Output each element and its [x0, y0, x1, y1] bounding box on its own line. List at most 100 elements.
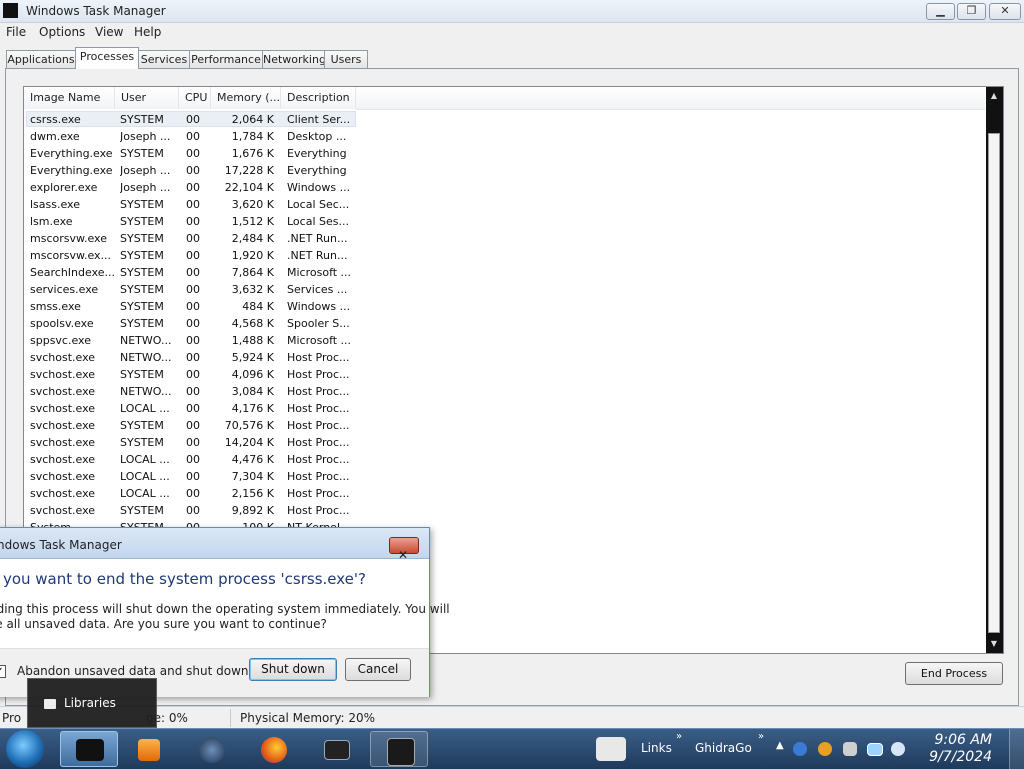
- process-description: Local Sec...: [287, 198, 350, 211]
- process-memory: 1,920 K: [231, 249, 274, 262]
- taskbar-task-manager-button[interactable]: [370, 731, 428, 767]
- tab-applications[interactable]: Applications: [6, 50, 76, 69]
- window-app-icon: [324, 740, 350, 760]
- column-image-name[interactable]: Image Name: [24, 87, 115, 109]
- process-cpu: 00: [186, 436, 200, 449]
- thunderbird-icon: [199, 737, 225, 763]
- process-cpu: 00: [186, 317, 200, 330]
- table-row[interactable]: svchost.exe LOCAL ... 00 4,476 K Host Proc..…: [24, 451, 984, 468]
- tab-processes[interactable]: Processes: [75, 47, 139, 69]
- process-cpu: 00: [186, 113, 200, 126]
- table-row[interactable]: SearchIndexe... SYSTEM 00 7,864 K Microsoft …: [24, 264, 984, 281]
- column-description[interactable]: Description: [281, 87, 356, 109]
- process-user-name: SYSTEM: [120, 147, 164, 160]
- volume-icon[interactable]: [891, 742, 905, 756]
- table-row[interactable]: svchost.exe SYSTEM 00 4,096 K Host Proc...: [24, 366, 984, 383]
- process-cpu: 00: [186, 198, 200, 211]
- tab-services[interactable]: Services: [138, 50, 190, 69]
- table-row[interactable]: svchost.exe NETWO... 00 5,924 K Host Proc...: [24, 349, 984, 366]
- process-user-name: Joseph ...: [120, 130, 171, 143]
- menu-view[interactable]: View: [95, 25, 123, 39]
- process-memory: 1,488 K: [231, 334, 274, 347]
- minimize-button[interactable]: ▁: [926, 3, 955, 20]
- process-cpu: 00: [186, 147, 200, 160]
- table-row[interactable]: svchost.exe SYSTEM 00 70,576 K Host Proc...: [24, 417, 984, 434]
- column-cpu[interactable]: CPU: [179, 87, 211, 109]
- scroll-up-icon[interactable]: ▲: [989, 91, 999, 100]
- chevron-right-icon[interactable]: »: [758, 731, 764, 742]
- table-row[interactable]: csrss.exe SYSTEM 00 2,064 K Client Ser...: [24, 111, 984, 128]
- sketch-app-icon[interactable]: [596, 737, 626, 761]
- process-description: Windows ...: [287, 181, 351, 194]
- table-row[interactable]: dwm.exe Joseph ... 00 1,784 K Desktop ...: [24, 128, 984, 145]
- process-image-name: svchost.exe: [30, 487, 96, 500]
- abandon-data-checkbox[interactable]: ✓: [0, 665, 6, 678]
- taskbar-window-button[interactable]: [310, 731, 362, 767]
- process-user-name: SYSTEM: [120, 232, 164, 245]
- table-row[interactable]: mscorsvw.exe SYSTEM 00 2,484 K .NET Run...: [24, 230, 984, 247]
- tab-users[interactable]: Users: [324, 50, 368, 69]
- menu-help[interactable]: Help: [134, 25, 161, 39]
- table-row[interactable]: svchost.exe LOCAL ... 00 2,156 K Host Proc..…: [24, 485, 984, 502]
- tab-networking[interactable]: Networking: [262, 50, 326, 69]
- abandon-data-label[interactable]: Abandon unsaved data and shut down.: [17, 664, 252, 678]
- table-row[interactable]: services.exe SYSTEM 00 3,632 K Services ...: [24, 281, 984, 298]
- taskbar-media-player-button[interactable]: [124, 731, 176, 767]
- process-image-name: sppsvc.exe: [30, 334, 91, 347]
- maximize-button[interactable]: ❐: [957, 3, 986, 20]
- table-row[interactable]: mscorsvw.ex... SYSTEM 00 1,920 K .NET Run...: [24, 247, 984, 264]
- display-icon[interactable]: [867, 743, 883, 756]
- process-memory: 4,568 K: [231, 317, 274, 330]
- process-cpu: 00: [186, 283, 200, 296]
- cancel-button[interactable]: Cancel: [345, 658, 411, 681]
- start-button[interactable]: [6, 730, 44, 768]
- network-icon[interactable]: [793, 742, 807, 756]
- clock[interactable]: 9:06 AM 9/7/2024: [929, 732, 992, 766]
- task-manager-icon: [3, 3, 18, 18]
- dialog-message-line: nding this process will shut down the op…: [0, 602, 450, 616]
- taskbar-firefox-button[interactable]: [248, 731, 300, 767]
- table-row[interactable]: svchost.exe LOCAL ... 00 4,176 K Host Proc..…: [24, 400, 984, 417]
- links-toolbar[interactable]: Links: [641, 741, 672, 755]
- column-user-name[interactable]: User Name: [115, 87, 179, 126]
- process-memory: 7,304 K: [231, 470, 274, 483]
- menu-options[interactable]: Options: [39, 25, 85, 39]
- table-row[interactable]: svchost.exe LOCAL ... 00 7,304 K Host Proc..…: [24, 468, 984, 485]
- scroll-down-icon[interactable]: ▼: [989, 639, 999, 648]
- table-row[interactable]: svchost.exe SYSTEM 00 9,892 K Host Proc...: [24, 502, 984, 519]
- scroll-thumb[interactable]: [988, 133, 1000, 633]
- process-memory: 9,892 K: [231, 504, 274, 517]
- show-desktop-button[interactable]: [1009, 729, 1024, 769]
- menu-file[interactable]: File: [6, 25, 26, 39]
- table-row[interactable]: sppsvc.exe NETWO... 00 1,488 K Microsoft ...: [24, 332, 984, 349]
- action-center-icon[interactable]: [843, 742, 857, 756]
- table-row[interactable]: spoolsv.exe SYSTEM 00 4,568 K Spooler S...: [24, 315, 984, 332]
- table-row[interactable]: svchost.exe SYSTEM 00 14,204 K Host Proc...: [24, 434, 984, 451]
- search-icon[interactable]: [818, 742, 832, 756]
- table-row[interactable]: smss.exe SYSTEM 00 484 K Windows ...: [24, 298, 984, 315]
- table-row[interactable]: lsass.exe SYSTEM 00 3,620 K Local Sec...: [24, 196, 984, 213]
- table-row[interactable]: lsm.exe SYSTEM 00 1,512 K Local Ses...: [24, 213, 984, 230]
- dialog-heading: o you want to end the system process 'cs…: [0, 570, 366, 588]
- table-row[interactable]: Everything.exe SYSTEM 00 1,676 K Everything: [24, 145, 984, 162]
- table-row[interactable]: explorer.exe Joseph ... 00 22,104 K Windows …: [24, 179, 984, 196]
- end-process-button[interactable]: End Process: [905, 662, 1003, 685]
- ghidrago-toolbar[interactable]: GhidraGo: [695, 741, 752, 755]
- vertical-scrollbar[interactable]: ▲ ▼: [986, 87, 1003, 653]
- taskbar-explorer-button[interactable]: [60, 731, 118, 767]
- process-user-name: NETWO...: [120, 351, 172, 364]
- dialog-close-button[interactable]: ✕: [389, 537, 419, 562]
- process-image-name: mscorsvw.ex...: [30, 249, 112, 262]
- process-image-name: svchost.exe: [30, 453, 96, 466]
- tab-performance[interactable]: Performance: [189, 50, 263, 69]
- column-memory[interactable]: Memory (...: [211, 87, 281, 109]
- table-row[interactable]: svchost.exe NETWO... 00 3,084 K Host Proc...: [24, 383, 984, 400]
- show-hidden-icons-icon[interactable]: ▲: [776, 740, 784, 751]
- close-button[interactable]: ✕: [989, 3, 1021, 20]
- taskbar-thunderbird-button[interactable]: [186, 731, 238, 767]
- tooltip-label: Libraries: [64, 696, 116, 710]
- table-row[interactable]: Everything.exe Joseph ... 00 17,228 K Everyt…: [24, 162, 984, 179]
- process-user-name: LOCAL ...: [120, 470, 170, 483]
- chevron-right-icon[interactable]: »: [676, 731, 682, 742]
- shut-down-button[interactable]: Shut down: [249, 658, 337, 681]
